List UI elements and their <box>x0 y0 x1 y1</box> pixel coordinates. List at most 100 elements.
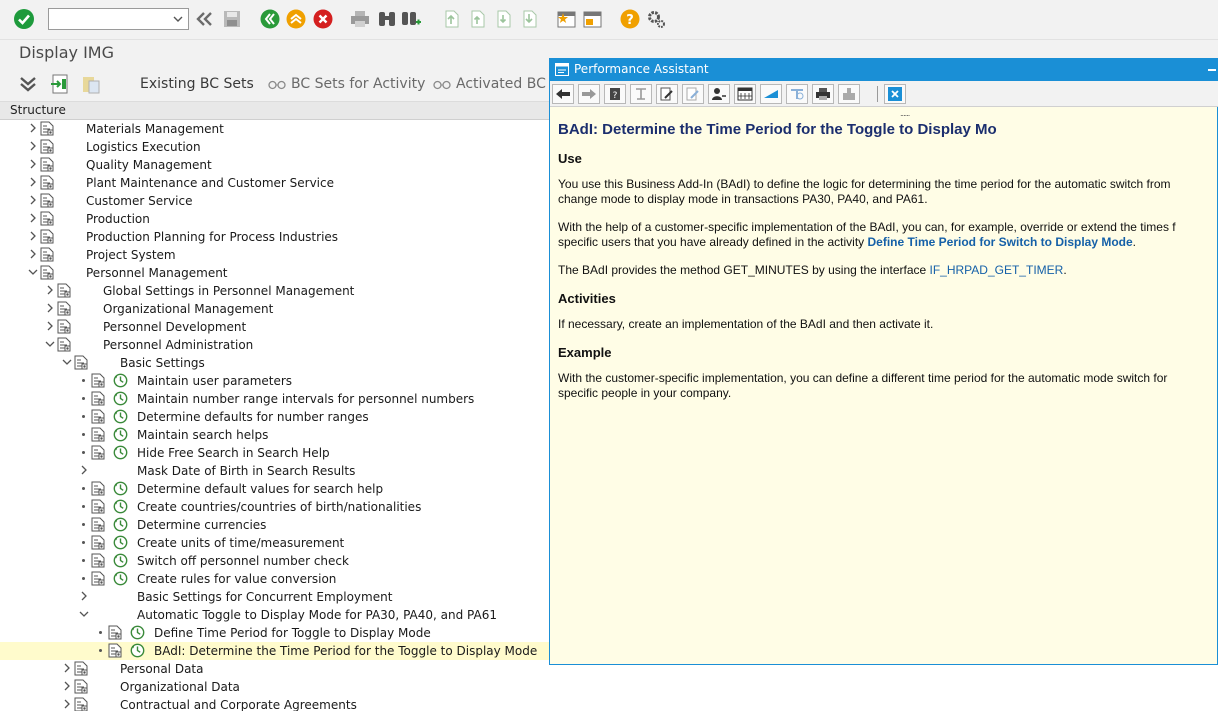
img-document-icon[interactable] <box>108 625 122 640</box>
tree-node-label[interactable]: Switch off personnel number check <box>137 554 349 568</box>
expand-chevron-icon[interactable] <box>62 680 72 692</box>
tree-node[interactable]: Determine default values for search help <box>0 480 549 498</box>
img-document-icon[interactable] <box>91 517 105 532</box>
tree-node[interactable]: Maintain search helps <box>0 426 549 444</box>
tree-node[interactable]: Personnel Development <box>0 318 549 336</box>
execute-activity-icon[interactable] <box>113 409 128 424</box>
tree-node-label[interactable]: Maintain user parameters <box>137 374 292 388</box>
collapse-all-icon[interactable] <box>18 75 38 96</box>
tree-node-label[interactable]: Hide Free Search in Search Help <box>137 446 330 460</box>
tree-node[interactable]: Hide Free Search in Search Help <box>0 444 549 462</box>
tree-node[interactable]: Quality Management <box>0 156 549 174</box>
img-document-icon[interactable] <box>40 193 54 208</box>
img-document-icon[interactable] <box>74 697 88 711</box>
tree-node-label[interactable]: Create rules for value conversion <box>137 572 336 586</box>
tree-node[interactable]: Personal Data <box>0 660 549 678</box>
paste-icon[interactable] <box>81 74 101 97</box>
shortcut-icon[interactable] <box>582 8 604 30</box>
save-icon[interactable] <box>221 8 243 30</box>
first-page-icon[interactable] <box>440 8 462 30</box>
expand-chevron-icon[interactable] <box>79 590 89 602</box>
collapse-chevron-icon[interactable] <box>79 608 89 620</box>
tree-node[interactable]: Customer Service <box>0 192 549 210</box>
tree-node[interactable]: Logistics Execution <box>0 138 549 156</box>
img-document-icon[interactable] <box>91 427 105 442</box>
tree-node[interactable]: Basic Settings <box>0 354 549 372</box>
tree-node[interactable]: Contractual and Corporate Agreements <box>0 696 549 711</box>
tree-node[interactable]: Organizational Management <box>0 300 549 318</box>
tree-node-label[interactable]: Create units of time/measurement <box>137 536 344 550</box>
find-next-icon[interactable] <box>400 8 422 30</box>
tree-node-label[interactable]: Mask Date of Birth in Search Results <box>137 464 355 478</box>
tree-node[interactable]: Maintain user parameters <box>0 372 549 390</box>
expand-chevron-icon[interactable] <box>28 212 38 224</box>
execute-activity-icon[interactable] <box>113 517 128 532</box>
img-document-icon[interactable] <box>91 391 105 406</box>
exit-icon[interactable] <box>285 8 307 30</box>
tree-node-label[interactable]: Personnel Development <box>103 320 246 334</box>
tree-node-label[interactable]: Global Settings in Personnel Management <box>103 284 354 298</box>
img-document-icon[interactable] <box>74 661 88 676</box>
img-document-icon[interactable] <box>57 319 71 334</box>
last-page-icon[interactable] <box>518 8 540 30</box>
tree-node[interactable]: BAdI: Determine the Time Period for the … <box>0 642 549 660</box>
tree-node-label[interactable]: Basic Settings for Concurrent Employment <box>137 590 392 604</box>
img-document-icon[interactable] <box>74 355 88 370</box>
tree-node-label[interactable]: Personnel Management <box>86 266 228 280</box>
back-icon[interactable] <box>194 8 216 30</box>
img-document-icon[interactable] <box>40 247 54 262</box>
resize-grip[interactable]: ...... <box>900 109 910 118</box>
tree-node[interactable]: Create units of time/measurement <box>0 534 549 552</box>
execute-activity-icon[interactable] <box>130 625 145 640</box>
tree-node-label[interactable]: Create countries/countries of birth/nati… <box>137 500 421 514</box>
prev-page-icon[interactable] <box>466 8 488 30</box>
expand-chevron-icon[interactable] <box>62 698 72 710</box>
img-document-icon[interactable] <box>40 175 54 190</box>
assistant-calendar-icon[interactable] <box>734 84 756 104</box>
tree-node[interactable]: Define Time Period for Toggle to Display… <box>0 624 549 642</box>
img-document-icon[interactable] <box>91 499 105 514</box>
img-document-icon[interactable] <box>91 481 105 496</box>
tree-node[interactable]: Automatic Toggle to Display Mode for PA3… <box>0 606 549 624</box>
execute-activity-icon[interactable] <box>113 535 128 550</box>
tree-node[interactable]: Create rules for value conversion <box>0 570 549 588</box>
assistant-close-icon[interactable] <box>884 84 906 104</box>
tree-node-label[interactable]: Contractual and Corporate Agreements <box>120 698 357 711</box>
tree-node-label[interactable]: Basic Settings <box>120 356 205 370</box>
execute-activity-icon[interactable] <box>113 571 128 586</box>
img-document-icon[interactable] <box>40 265 54 280</box>
assistant-title-bar[interactable]: Performance Assistant <box>550 59 1218 81</box>
tree-node-label[interactable]: Logistics Execution <box>86 140 201 154</box>
assistant-back-icon[interactable] <box>552 84 574 104</box>
minimize-icon[interactable] <box>1208 69 1216 71</box>
nav-back-icon[interactable] <box>259 8 281 30</box>
assistant-forward-icon[interactable] <box>578 84 600 104</box>
tree-node[interactable]: Organizational Data <box>0 678 549 696</box>
tree-node[interactable]: Mask Date of Birth in Search Results <box>0 462 549 480</box>
tree-node-label[interactable]: Define Time Period for Toggle to Display… <box>154 626 431 640</box>
img-document-icon[interactable] <box>57 283 71 298</box>
tree-node[interactable]: Production <box>0 210 549 228</box>
execute-activity-icon[interactable] <box>113 481 128 496</box>
img-document-icon[interactable] <box>91 373 105 388</box>
tree-node[interactable]: Personnel Management <box>0 264 549 282</box>
img-document-icon[interactable] <box>57 301 71 316</box>
tree-node-label[interactable]: Organizational Data <box>120 680 240 694</box>
expand-chevron-icon[interactable] <box>28 230 38 242</box>
img-document-icon[interactable] <box>40 229 54 244</box>
tree-node[interactable]: Basic Settings for Concurrent Employment <box>0 588 549 606</box>
img-document-icon[interactable] <box>91 409 105 424</box>
assistant-print-icon[interactable] <box>812 84 834 104</box>
execute-activity-icon[interactable] <box>113 499 128 514</box>
help-icon[interactable]: ? <box>619 8 641 30</box>
assistant-glossary-icon[interactable] <box>786 84 808 104</box>
execute-activity-icon[interactable] <box>113 427 128 442</box>
tree-node-label[interactable]: Production Planning for Process Industri… <box>86 230 338 244</box>
assistant-settings-icon[interactable] <box>838 84 860 104</box>
img-document-icon[interactable] <box>91 535 105 550</box>
img-document-icon[interactable] <box>40 139 54 154</box>
expand-chevron-icon[interactable] <box>45 284 55 296</box>
tree-node[interactable]: Determine currencies <box>0 516 549 534</box>
existing-bc-sets-button[interactable]: Existing BC Sets <box>140 76 254 92</box>
print-icon[interactable] <box>349 8 371 30</box>
